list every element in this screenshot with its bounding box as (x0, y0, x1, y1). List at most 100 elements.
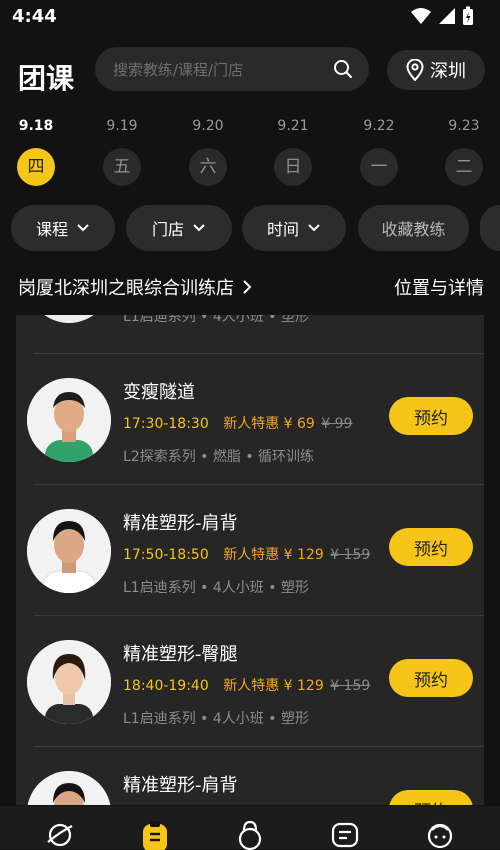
coach-avatar (27, 378, 111, 462)
class-card[interactable]: L1启迪系列 • 4人小班 • 塑形 (16, 315, 484, 353)
date-label: 9.20 (192, 118, 224, 134)
tab-messages[interactable] (325, 820, 365, 850)
promo-label: 新人特惠 (223, 678, 280, 694)
search-icon[interactable] (333, 59, 353, 79)
battery-icon (463, 6, 473, 25)
coach-avatar (27, 771, 111, 805)
promo-price: ¥ 129 (283, 678, 324, 694)
profile-icon (427, 823, 453, 849)
planet-icon (47, 823, 73, 847)
date-label: 9.22 (363, 118, 395, 134)
signal-icon (439, 8, 455, 24)
course-filter-label: 课程 (35, 220, 68, 239)
book-button[interactable]: 预约 (389, 659, 473, 697)
class-title: 变瘦隧道 (123, 382, 195, 403)
tab-training[interactable] (230, 820, 270, 850)
location-pin-icon (406, 59, 424, 81)
original-price: ¥ 99 (321, 416, 353, 432)
class-tags: L1启迪系列 • 4人小班 • 塑形 (123, 711, 309, 727)
class-tags: L1启迪系列 • 4人小班 • 塑形 (123, 315, 309, 325)
date-selector: 9.18 四 9.19 五 9.20 六 9.21 日 9.22 一 9.23 … (0, 112, 500, 192)
favorite-coach-label: 收藏教练 (381, 220, 446, 239)
divider (34, 353, 484, 354)
class-price-line: 17:50-18:50 新人特惠 ¥ 129 ¥ 159 (123, 544, 370, 564)
date-item[interactable]: 9.19 五 (87, 112, 157, 186)
tab-explore[interactable] (40, 820, 80, 850)
class-card[interactable]: 精准塑形-臀腿 18:40-19:40 新人特惠 ¥ 129 ¥ 159 L1启… (16, 615, 484, 745)
date-item[interactable]: 9.23 二 (429, 112, 499, 186)
class-title: 精准塑形-臀腿 (123, 644, 238, 665)
coach-avatar (27, 509, 111, 593)
status-icons (410, 6, 474, 26)
date-label: 9.21 (277, 118, 309, 134)
class-time: 17:50-18:50 (123, 547, 209, 563)
course-filter[interactable]: 课程 (11, 205, 115, 251)
class-tags: L2探索系列 • 燃脂 • 循环训练 (123, 449, 315, 465)
coach-photo (27, 640, 111, 724)
date-label: 9.19 (106, 118, 138, 134)
chevron-down-icon (77, 224, 89, 232)
city-label: 深圳 (430, 61, 466, 82)
date-item[interactable]: 9.21 日 (258, 112, 328, 186)
filter-bar: 课程 门店 时间 收藏教练 (0, 205, 500, 251)
divider (34, 746, 484, 747)
promo-label: 新人特惠 (223, 547, 280, 563)
store-name: 岗厦北深圳之眼综合训练店 (18, 278, 234, 299)
page-title: 团课 (18, 62, 75, 95)
class-tags: L1启迪系列 • 4人小班 • 塑形 (123, 580, 309, 596)
more-filter-chip[interactable] (480, 205, 500, 251)
weekday-badge: 二 (445, 148, 483, 186)
search-input[interactable]: 搜索教练/课程/门店 (95, 47, 369, 91)
class-card[interactable]: 精准塑形-肩背 17:50-18:50 新人特惠 ¥ 129 ¥ 159 L1启… (16, 484, 484, 614)
original-price: ¥ 159 (330, 547, 371, 563)
book-button[interactable]: 预约 (389, 397, 473, 435)
book-button[interactable]: 预约 (389, 790, 473, 805)
tab-profile[interactable] (420, 820, 460, 850)
weekday-badge: 一 (360, 148, 398, 186)
date-label: 9.23 (448, 118, 480, 134)
promo-price: ¥ 129 (283, 547, 324, 563)
time-filter-label: 时间 (266, 220, 299, 239)
weekday-badge: 日 (274, 148, 312, 186)
clipboard-icon (143, 821, 167, 850)
date-item[interactable]: 9.18 四 (1, 112, 71, 186)
class-price-line: 17:30-18:30 新人特惠 ¥ 69 ¥ 99 (123, 413, 352, 433)
store-name-link[interactable]: 岗厦北深圳之眼综合训练店 (18, 274, 252, 300)
city-selector[interactable]: 深圳 (387, 50, 485, 90)
original-price: ¥ 159 (330, 678, 371, 694)
time-filter[interactable]: 时间 (242, 205, 346, 251)
coach-photo (27, 378, 111, 462)
search-placeholder: 搜索教练/课程/门店 (113, 61, 244, 79)
divider (34, 615, 484, 616)
date-label: 9.18 (18, 118, 54, 134)
chevron-down-icon (308, 224, 320, 232)
chevron-down-icon (193, 224, 205, 232)
store-filter[interactable]: 门店 (126, 205, 232, 251)
store-info-bar: 岗厦北深圳之眼综合训练店 位置与详情 (0, 270, 500, 304)
coach-avatar (27, 640, 111, 724)
class-price-line: 18:40-19:40 新人特惠 ¥ 129 ¥ 159 (123, 675, 370, 695)
date-item[interactable]: 9.22 一 (344, 112, 414, 186)
coach-photo (27, 771, 111, 805)
class-title: 精准塑形-肩背 (123, 775, 238, 796)
message-icon (331, 822, 359, 848)
book-button[interactable]: 预约 (389, 528, 473, 566)
class-card[interactable]: 变瘦隧道 17:30-18:30 新人特惠 ¥ 69 ¥ 99 L2探索系列 •… (16, 353, 484, 483)
store-filter-label: 门店 (151, 220, 184, 239)
class-title: 精准塑形-肩背 (123, 513, 238, 534)
location-details-link[interactable]: 位置与详情 (394, 274, 484, 300)
promo-label: 新人特惠 (223, 416, 280, 432)
divider (34, 484, 484, 485)
class-time: 17:30-18:30 (123, 416, 209, 432)
weekday-badge: 五 (103, 148, 141, 186)
kettlebell-icon (238, 820, 262, 850)
class-card[interactable]: 精准塑形-肩背 预约 (16, 746, 484, 805)
class-list: L1启迪系列 • 4人小班 • 塑形 变瘦隧道 17:30-18:30 新人特惠… (16, 315, 484, 805)
date-item[interactable]: 9.20 六 (173, 112, 243, 186)
promo-price: ¥ 69 (283, 416, 315, 432)
class-time: 18:40-19:40 (123, 678, 209, 694)
status-time: 4:44 (12, 6, 57, 27)
status-bar: 4:44 (0, 0, 500, 34)
favorite-coach-filter[interactable]: 收藏教练 (358, 205, 469, 251)
tab-group-class[interactable] (135, 820, 175, 850)
